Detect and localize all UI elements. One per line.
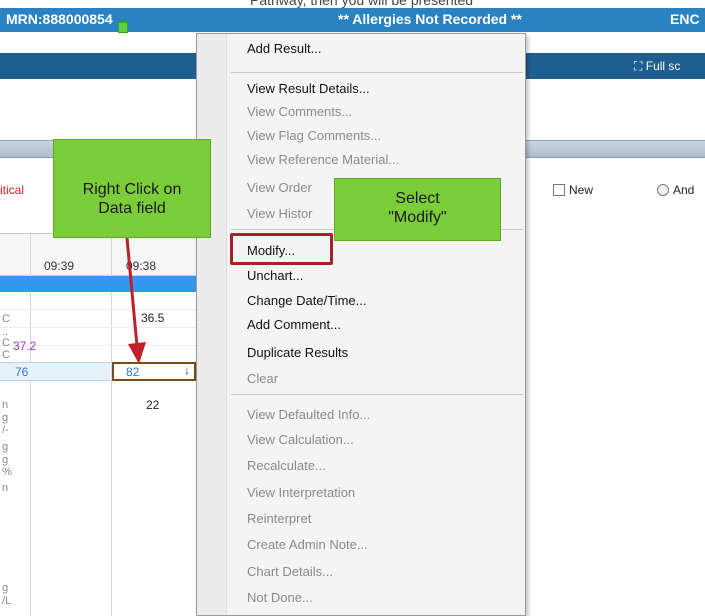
pointer-arrow-icon (125, 237, 146, 364)
